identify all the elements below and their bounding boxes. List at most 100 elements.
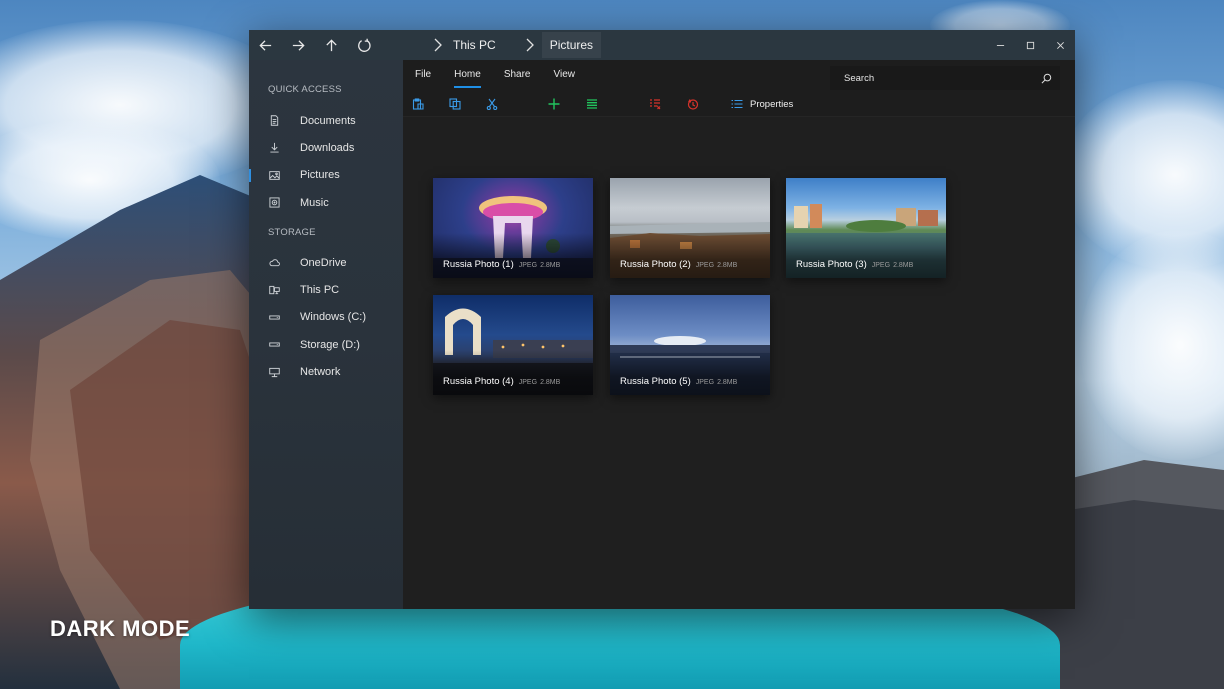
storage-list: OneDrive This PC Windows (C:) Storage (D… xyxy=(249,249,403,385)
refresh-icon xyxy=(358,38,371,52)
plus-icon xyxy=(548,98,560,110)
sidebar-item-label: Music xyxy=(300,196,329,209)
breadcrumb: This PC Pictures xyxy=(426,30,602,60)
file-type: JPEG xyxy=(871,262,891,269)
sidebar-item-network[interactable]: Network xyxy=(249,358,403,385)
recycle-button[interactable] xyxy=(686,97,700,111)
file-tile[interactable]: Russia Photo (4) JPEG 2.8MB xyxy=(433,295,593,395)
sidebar-item-label: Storage (D:) xyxy=(300,338,360,351)
navigation-pane: QUICK ACCESS Documents Downloads Picture… xyxy=(249,60,403,609)
minimize-button[interactable] xyxy=(985,30,1015,60)
maximize-button[interactable] xyxy=(1015,30,1045,60)
file-tile[interactable]: Russia Photo (3) JPEG 2.8MB xyxy=(786,178,946,278)
file-type: JPEG xyxy=(518,379,538,386)
file-tile[interactable]: Russia Photo (2) JPEG 2.8MB xyxy=(610,178,770,278)
sidebar-item-storage-d[interactable]: Storage (D:) xyxy=(249,331,403,358)
caption-shade xyxy=(433,233,593,278)
cloud-icon xyxy=(268,257,280,269)
file-explorer-window: This PC Pictures QUICK ACCESS Documents xyxy=(249,30,1075,609)
chevron-right-icon xyxy=(426,38,450,52)
chevron-right-icon xyxy=(518,38,542,52)
main-pane: File Home Share View Search Properties R… xyxy=(403,60,1075,609)
sidebar-item-label: OneDrive xyxy=(300,256,347,269)
properties-button[interactable]: Properties xyxy=(731,95,793,113)
file-caption: Russia Photo (1) JPEG 2.8MB xyxy=(443,259,560,270)
ribbon-tabs: File Home Share View xyxy=(403,60,598,90)
restore-icon xyxy=(687,99,699,110)
paste-button[interactable] xyxy=(411,97,425,111)
sidebar-item-this-pc[interactable]: This PC xyxy=(249,276,403,303)
file-size: 2.8MB xyxy=(717,379,738,386)
drive-icon xyxy=(268,311,280,323)
properties-label: Properties xyxy=(750,98,794,110)
dark-mode-caption: DARK MODE xyxy=(50,616,191,641)
music-icon xyxy=(268,197,280,209)
download-icon xyxy=(268,142,280,154)
tab-file[interactable]: File xyxy=(415,60,431,90)
ribbon: File Home Share View Search Properties xyxy=(403,60,1075,117)
cut-button[interactable] xyxy=(485,97,499,111)
sidebar-item-downloads[interactable]: Downloads xyxy=(249,134,403,161)
quick-access-header: QUICK ACCESS xyxy=(268,84,342,95)
new-item-button[interactable] xyxy=(547,97,561,111)
refresh-button[interactable] xyxy=(348,30,381,60)
paste-icon xyxy=(412,98,424,110)
sidebar-item-label: Network xyxy=(300,366,341,379)
copy-icon xyxy=(449,98,461,110)
sidebar-item-label: Windows (C:) xyxy=(300,311,367,324)
tab-view[interactable]: View xyxy=(554,60,576,90)
file-name: Russia Photo (5) xyxy=(620,376,691,387)
caption-shade xyxy=(610,233,770,278)
file-caption: Russia Photo (5) JPEG 2.8MB xyxy=(620,376,737,387)
copy-button[interactable] xyxy=(448,97,462,111)
file-size: 2.8MB xyxy=(893,262,914,269)
sidebar-item-windows-c[interactable]: Windows (C:) xyxy=(249,304,403,331)
title-bar: This PC Pictures xyxy=(249,30,1075,60)
close-button[interactable] xyxy=(1045,30,1075,60)
search-box[interactable]: Search xyxy=(830,66,1060,90)
file-tile[interactable]: Russia Photo (1) JPEG 2.8MB xyxy=(433,178,593,278)
tab-share[interactable]: Share xyxy=(504,60,531,90)
sidebar-item-label: This PC xyxy=(300,284,340,297)
file-name: Russia Photo (1) xyxy=(443,259,514,270)
arrow-right-icon xyxy=(292,39,305,51)
up-button[interactable] xyxy=(315,30,348,60)
file-type: JPEG xyxy=(695,262,715,269)
network-icon xyxy=(268,366,280,378)
scissors-icon xyxy=(486,98,498,110)
breadcrumb-this-pc[interactable]: This PC xyxy=(450,38,504,52)
file-name: Russia Photo (3) xyxy=(796,259,867,270)
document-icon xyxy=(268,115,280,127)
breadcrumb-pictures[interactable]: Pictures xyxy=(541,32,602,58)
delete-list-button[interactable] xyxy=(648,97,662,111)
file-size: 2.8MB xyxy=(717,262,738,269)
sidebar-item-documents[interactable]: Documents xyxy=(249,107,403,134)
arrow-up-icon xyxy=(326,38,337,51)
search-icon xyxy=(1041,73,1052,83)
properties-icon xyxy=(731,99,743,109)
sidebar-item-music[interactable]: Music xyxy=(249,189,403,216)
caption-shade xyxy=(610,350,770,395)
close-icon xyxy=(1056,41,1064,49)
caption-shade xyxy=(433,350,593,395)
picture-icon xyxy=(268,169,280,181)
forward-button[interactable] xyxy=(282,30,315,60)
sidebar-item-label: Downloads xyxy=(300,141,355,154)
search-input[interactable]: Search xyxy=(844,73,1041,84)
pc-icon xyxy=(268,284,280,296)
maximize-icon xyxy=(1026,41,1034,49)
sidebar-item-onedrive[interactable]: OneDrive xyxy=(249,249,403,276)
file-name: Russia Photo (4) xyxy=(443,376,514,387)
back-button[interactable] xyxy=(249,30,282,60)
sidebar-item-pictures[interactable]: Pictures xyxy=(249,162,403,189)
tab-home[interactable]: Home xyxy=(454,60,481,90)
file-tile[interactable]: Russia Photo (5) JPEG 2.8MB xyxy=(610,295,770,395)
file-type: JPEG xyxy=(518,262,538,269)
file-name: Russia Photo (2) xyxy=(620,259,691,270)
sidebar-item-label: Documents xyxy=(300,114,356,127)
arrow-left-icon xyxy=(259,39,272,51)
select-all-button[interactable] xyxy=(585,97,599,111)
file-type: JPEG xyxy=(695,379,715,386)
quick-access-list: Documents Downloads Pictures Music xyxy=(249,107,403,216)
caption-shade xyxy=(786,233,946,278)
